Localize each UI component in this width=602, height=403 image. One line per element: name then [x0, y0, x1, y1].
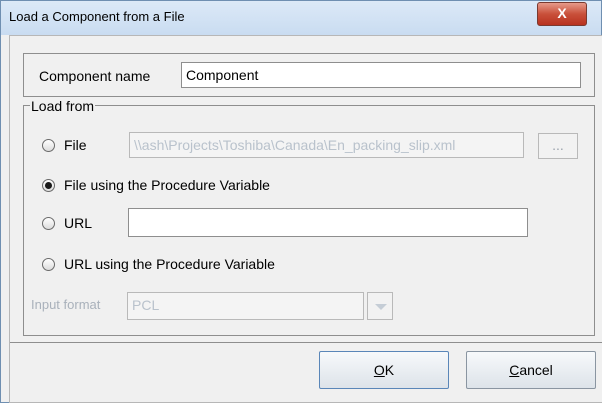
url-input[interactable] [128, 208, 528, 237]
dialog-window: Load a Component from a File X Component… [0, 0, 602, 403]
chevron-down-icon [367, 292, 393, 320]
input-format-select: PCL [127, 292, 364, 320]
file-radio[interactable] [42, 139, 55, 152]
button-bar-divider [10, 342, 602, 343]
title-bar[interactable]: Load a Component from a File X [1, 1, 601, 35]
ok-mnemonic: O [373, 362, 385, 378]
file-proc-var-label: File using the Procedure Variable [64, 177, 270, 193]
url-label: URL [64, 215, 93, 231]
browse-button: ... [538, 133, 578, 159]
component-name-label: Component name [39, 68, 151, 84]
ok-label-rest: K [384, 362, 395, 378]
ok-button[interactable]: OK [319, 351, 449, 389]
url-radio[interactable] [42, 217, 55, 230]
load-from-legend: Load from [30, 98, 96, 114]
close-icon: X [557, 5, 567, 21]
component-name-input[interactable]: Component [181, 62, 581, 88]
close-button[interactable]: X [537, 2, 587, 26]
cancel-button[interactable]: Cancel [466, 351, 596, 389]
input-format-label: Input format [31, 297, 101, 312]
file-path-field: \\ash\Projects\Toshiba\Canada\En_packing… [129, 132, 524, 158]
file-label: File [64, 137, 87, 153]
cancel-label-rest: ancel [519, 362, 553, 378]
window-title: Load a Component from a File [9, 9, 185, 24]
cancel-mnemonic: C [509, 362, 520, 378]
url-proc-var-radio[interactable] [42, 258, 55, 271]
dialog-body: Component name Component Load from File … [9, 35, 602, 403]
url-proc-var-label: URL using the Procedure Variable [64, 256, 275, 272]
file-proc-var-radio[interactable] [42, 179, 55, 192]
